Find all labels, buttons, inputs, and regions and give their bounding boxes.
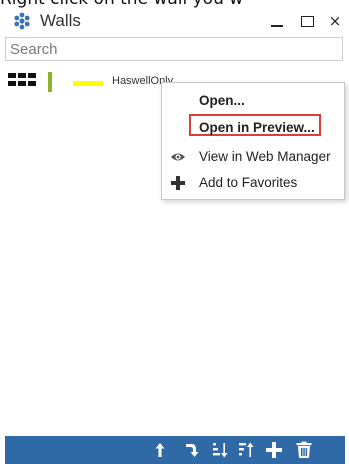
title-bar: Walls ×: [0, 8, 349, 34]
menu-item-add-to-favorites[interactable]: Add to Favorites: [162, 171, 344, 195]
cluster-icon: [12, 11, 32, 31]
plus-icon: [170, 175, 186, 191]
add-icon: [266, 442, 282, 458]
delete-icon: [296, 441, 312, 458]
search-field[interactable]: [5, 37, 343, 61]
maximize-button[interactable]: [294, 11, 320, 31]
window-title: Walls: [40, 11, 81, 30]
bottom-toolbar: [5, 436, 345, 464]
delete-button[interactable]: [295, 441, 313, 459]
line-color-swatch: [73, 81, 103, 86]
context-menu: Open... Open in Preview... View in Web M…: [161, 82, 345, 200]
maximize-icon: [300, 16, 314, 27]
menu-item-label: Open...: [199, 93, 245, 108]
move-up-button[interactable]: [151, 441, 169, 459]
sort-descending-icon: [239, 442, 254, 457]
add-button[interactable]: [265, 441, 283, 459]
sort-descending-button[interactable]: [238, 441, 256, 459]
grid-view-icon: [8, 73, 36, 89]
search-input[interactable]: [6, 38, 342, 60]
menu-item-label: View in Web Manager: [199, 149, 331, 164]
menu-item-label: Add to Favorites: [199, 175, 298, 190]
sort-ascending-button[interactable]: [212, 441, 230, 459]
move-up-icon: [155, 443, 165, 457]
menu-item-view-in-web-manager[interactable]: View in Web Manager: [162, 145, 344, 169]
sort-ascending-icon: [213, 443, 228, 458]
minimize-button[interactable]: [264, 11, 290, 31]
move-down-button[interactable]: [183, 441, 201, 459]
menu-item-open-in-preview[interactable]: Open in Preview...: [162, 114, 344, 140]
color-indicator: [48, 72, 52, 92]
menu-item-open[interactable]: Open...: [162, 89, 344, 113]
minimize-icon: [271, 24, 283, 27]
close-button[interactable]: ×: [322, 11, 348, 31]
eye-icon: [170, 149, 186, 165]
menu-item-label: Open in Preview...: [199, 120, 315, 135]
move-down-icon: [186, 444, 199, 457]
